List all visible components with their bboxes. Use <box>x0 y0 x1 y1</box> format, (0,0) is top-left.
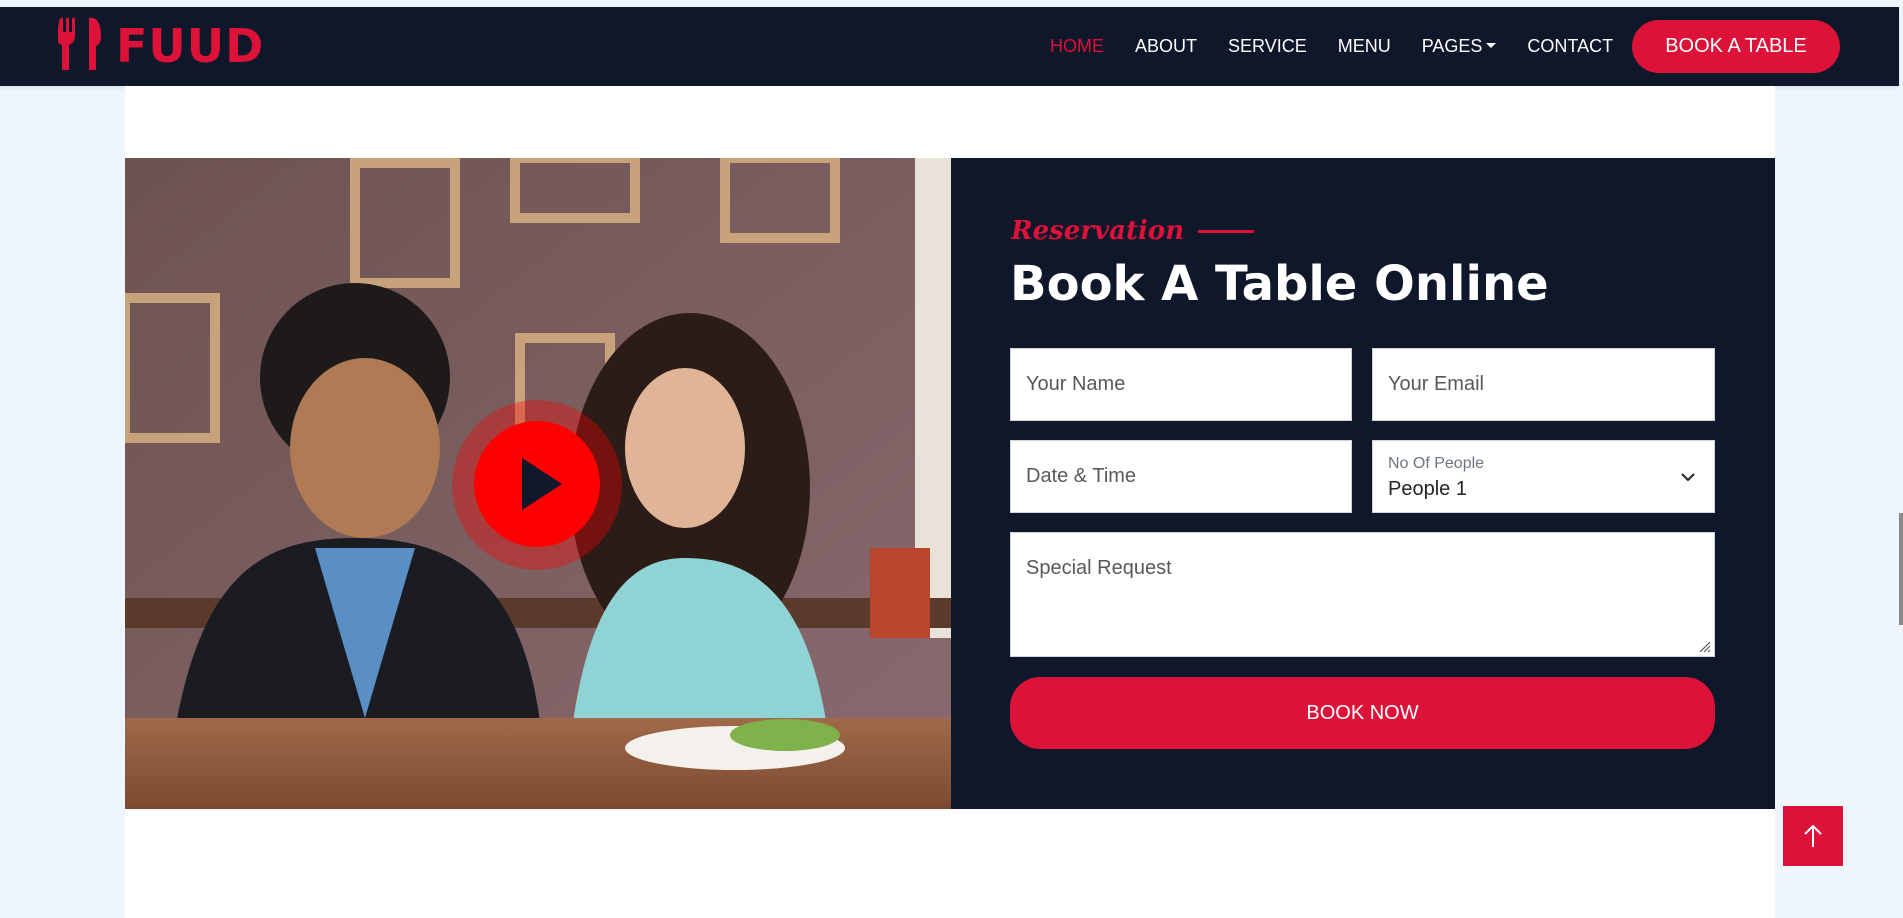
utensils-icon <box>56 17 102 75</box>
book-now-button[interactable]: BOOK NOW <box>1010 677 1715 749</box>
subtitle-text: Reservation <box>1011 216 1185 246</box>
nav-about[interactable]: ABOUT <box>1135 36 1197 57</box>
back-to-top-button[interactable] <box>1783 806 1843 866</box>
special-request-textarea[interactable]: Special Request <box>1010 532 1715 657</box>
video-play-button[interactable] <box>474 421 600 547</box>
nav-contact[interactable]: CONTACT <box>1527 36 1613 57</box>
page-title: Book A Table Online <box>1010 256 1549 312</box>
nav-home[interactable]: HOME <box>1050 36 1104 57</box>
datetime-placeholder: Date & Time <box>1026 465 1137 487</box>
reservation-panel: Reservation Book A Table Online Your Nam… <box>951 158 1775 809</box>
section-subtitle: Reservation <box>1011 216 1255 246</box>
arrow-up-icon <box>1804 824 1822 847</box>
people-select[interactable]: No Of People People 1 <box>1372 440 1715 513</box>
resize-handle-icon[interactable] <box>1697 639 1711 653</box>
brand-logo[interactable]: FUUD <box>56 17 265 75</box>
nav-pages-label: PAGES <box>1421 36 1483 56</box>
nav-pages-dropdown[interactable]: PAGES <box>1422 36 1497 57</box>
caret-down-icon <box>1486 43 1497 49</box>
subtitle-line <box>1198 229 1255 233</box>
nav-service[interactable]: SERVICE <box>1228 36 1307 57</box>
email-input[interactable]: Your Email <box>1372 348 1715 421</box>
scrollbar-thumb[interactable] <box>1899 513 1903 625</box>
email-placeholder: Your Email <box>1388 373 1484 395</box>
name-placeholder: Your Name <box>1026 373 1126 395</box>
special-request-placeholder: Special Request <box>1026 557 1172 579</box>
play-icon <box>522 458 562 510</box>
people-select-label: No Of People <box>1388 455 1485 472</box>
name-input[interactable]: Your Name <box>1010 348 1352 421</box>
nav-menu: HOME ABOUT SERVICE MENU PAGES CONTACT <box>1050 7 1644 86</box>
top-strip <box>0 0 1903 7</box>
datetime-input[interactable]: Date & Time <box>1010 440 1352 513</box>
people-select-value: People 1 <box>1388 478 1467 500</box>
brand-name: FUUD <box>116 19 265 73</box>
chevron-down-icon <box>1681 473 1695 482</box>
nav-menu[interactable]: MENU <box>1338 36 1391 57</box>
navbar: FUUD HOME ABOUT SERVICE MENU PAGES CONTA… <box>0 7 1899 86</box>
book-a-table-button[interactable]: BOOK A TABLE <box>1632 20 1840 73</box>
